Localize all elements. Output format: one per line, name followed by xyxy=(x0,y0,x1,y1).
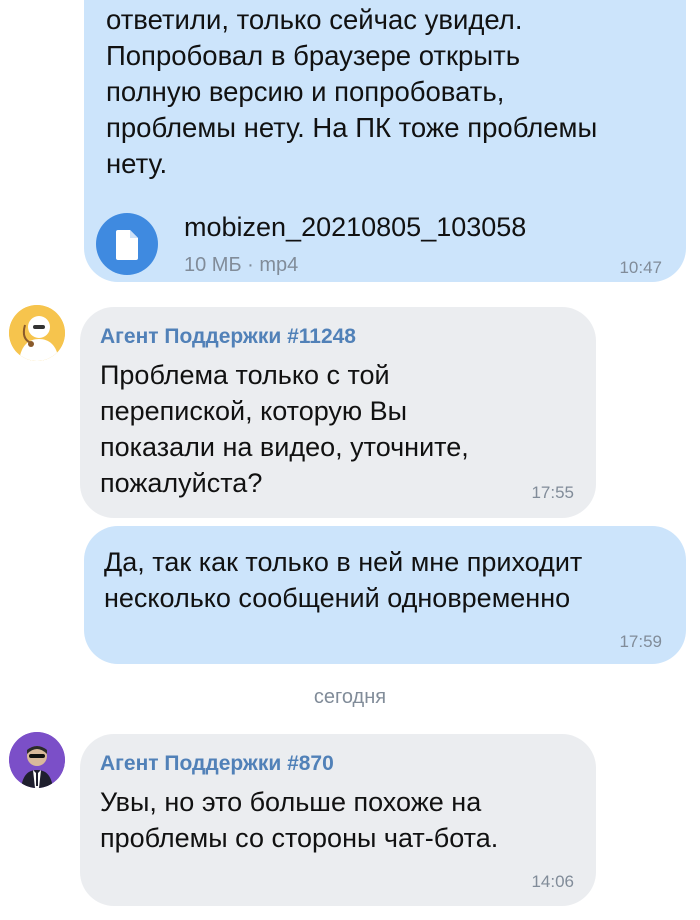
message-time: 10:47 xyxy=(619,258,662,277)
message-bubble-incoming[interactable]: Агент Поддержки #11248 Проблема только с… xyxy=(80,307,596,518)
attachment-file-name[interactable]: mobizen_20210805_103058 xyxy=(184,212,526,243)
message-time: 17:59 xyxy=(619,632,662,651)
document-icon xyxy=(116,230,138,260)
doctor-avatar-icon xyxy=(9,305,65,361)
message-bubble-incoming[interactable]: Агент Поддержки #870 Увы, но это больше … xyxy=(80,734,596,906)
date-separator: сегодня xyxy=(313,686,387,708)
message-time: 14:06 xyxy=(531,872,574,891)
message-text: Увы, но это больше похоже на проблемы со… xyxy=(100,787,499,853)
message-time: 17:55 xyxy=(531,483,574,502)
sender-name[interactable]: Агент Поддержки #870 xyxy=(100,752,334,776)
message-text: ответили, только сейчас увидел. Попробов… xyxy=(106,4,598,179)
message-bubble-outgoing[interactable]: ответили, только сейчас увидел. Попробов… xyxy=(84,0,686,282)
message-text: Проблема только с той перепиской, котору… xyxy=(100,360,469,498)
message-bubble-outgoing[interactable]: Да, так как только в ней мне приходит не… xyxy=(84,526,686,664)
avatar-agent-870[interactable] xyxy=(9,732,65,788)
attachment-file-meta: 10 МБ · mp4 xyxy=(184,254,299,276)
agent-avatar-icon xyxy=(9,732,65,788)
message-text: Да, так как только в ней мне приходит не… xyxy=(104,547,583,613)
sender-name[interactable]: Агент Поддержки #11248 xyxy=(100,325,356,349)
avatar-agent-11248[interactable] xyxy=(9,305,65,361)
file-icon-button[interactable] xyxy=(96,213,158,275)
